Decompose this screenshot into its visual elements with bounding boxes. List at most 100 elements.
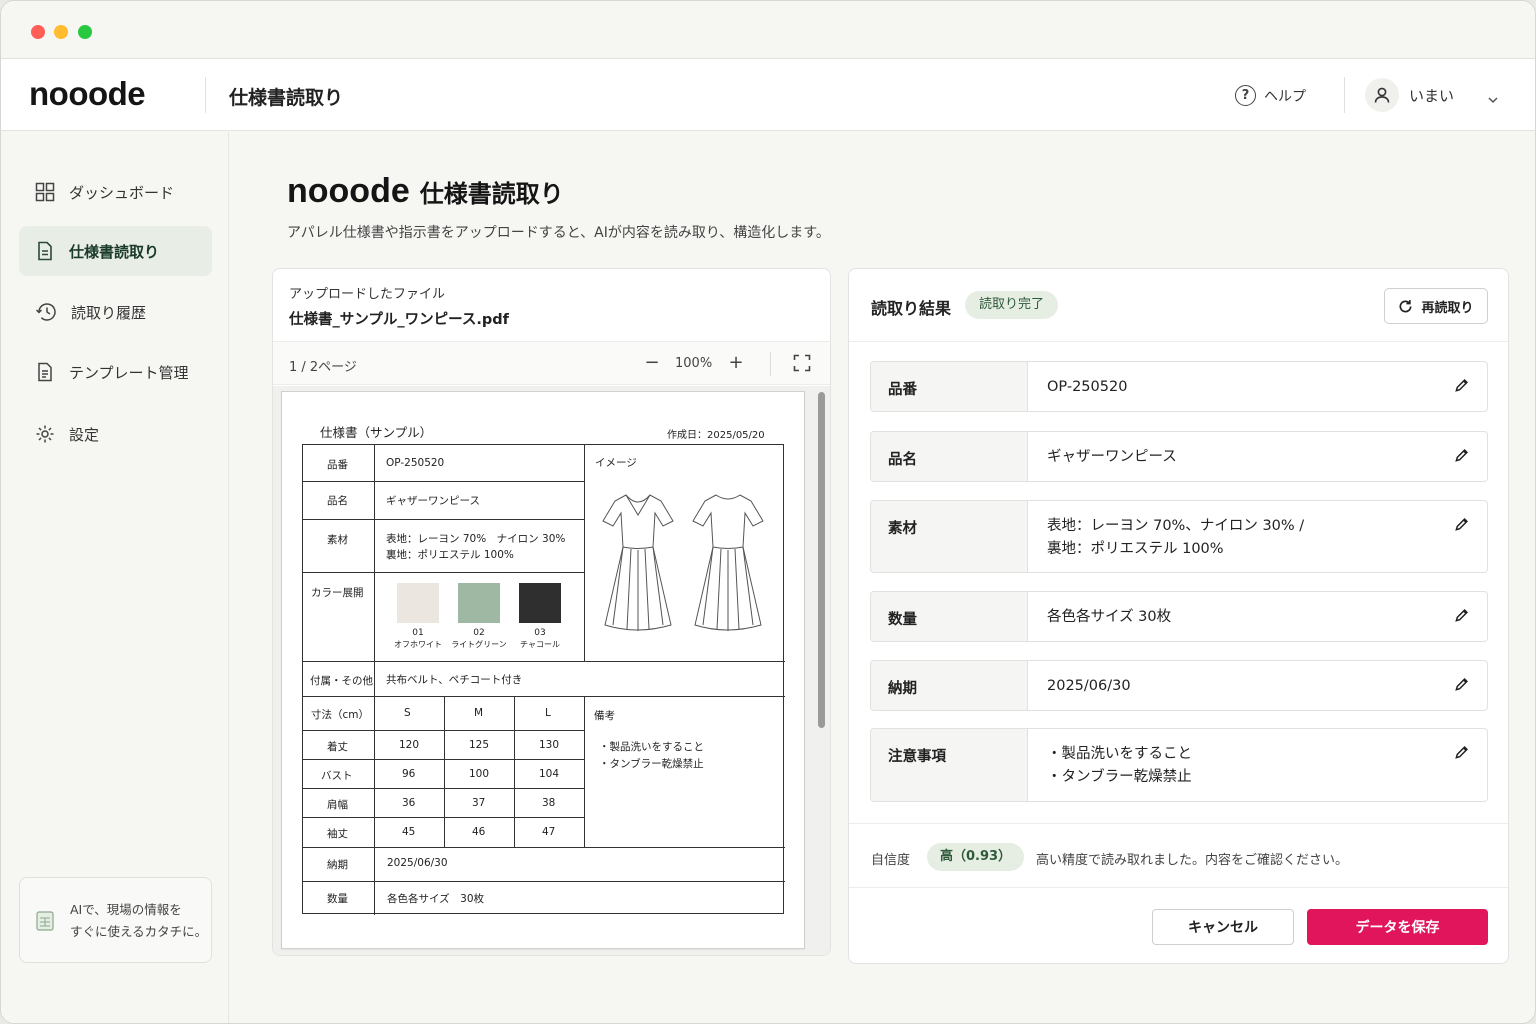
doc-title: 仕様書（サンプル） xyxy=(320,425,433,440)
maximize-window-button[interactable] xyxy=(78,25,92,39)
fullscreen-icon[interactable] xyxy=(793,354,811,376)
doc-noki-value: 2025/06/30 xyxy=(387,857,448,869)
doc-hinmei-value: ギャザーワンピース xyxy=(386,495,480,507)
tagline-line: AIで、現場の情報を xyxy=(70,902,182,917)
confidence-label: 自信度 xyxy=(871,853,911,868)
doc-size-label: 寸法（cm） xyxy=(311,709,370,721)
save-button[interactable]: データを保存 xyxy=(1307,909,1488,945)
file-viewer-card: アップロードしたファイル 仕様書_サンプル_ワンピース.pdf 1 / 2ページ… xyxy=(272,268,831,956)
doc-measure-value: 125 xyxy=(469,739,490,751)
doc-hinban-value: OP-250520 xyxy=(386,457,445,469)
sidebar-item-settings[interactable]: 設定 xyxy=(19,409,212,459)
app-logo[interactable]: nooode xyxy=(29,75,146,113)
page-title-brand: nooode xyxy=(287,172,410,210)
field-value[interactable]: ・製品洗いをすること ・タンブラー乾燥禁止 xyxy=(1047,743,1437,789)
minimize-window-button[interactable] xyxy=(54,25,68,39)
doc-biko-label: 備考 xyxy=(594,710,615,722)
page-indicator: 1 / 2ページ xyxy=(289,360,357,375)
field-value[interactable]: 表地：レーヨン 70%、ナイロン 30% / 裏地：ポリエステル 100% xyxy=(1047,515,1437,561)
result-field-notes: 注意事項 ・製品洗いをすること ・タンブラー乾燥禁止 xyxy=(870,728,1488,802)
table-rule xyxy=(303,481,584,482)
user-menu-button[interactable]: いまい xyxy=(1365,78,1454,112)
color-name: チャコール xyxy=(520,640,560,649)
help-button[interactable]: ? ヘルプ xyxy=(1235,85,1306,106)
close-window-button[interactable] xyxy=(31,25,45,39)
pencil-icon[interactable] xyxy=(1454,745,1469,764)
field-value[interactable]: 2025/06/30 xyxy=(1047,675,1437,698)
preview-scrollbar[interactable] xyxy=(818,392,825,728)
doc-size-header: S xyxy=(404,707,411,719)
sidebar-item-label: ダッシュボード xyxy=(69,183,175,202)
doc-date: 作成日：2025/05/20 xyxy=(667,430,765,441)
document-icon xyxy=(38,241,52,261)
color-caption: 02 ライトグリーン xyxy=(444,627,514,651)
main-content: nooode 仕様書読取り アパレル仕様書や指示書をアップロードすると、AIが内… xyxy=(230,132,1535,1023)
app-window: nooode 仕様書読取り ? ヘルプ いまい ダッシュボード 仕様書読取り 読… xyxy=(0,0,1536,1024)
table-rule xyxy=(303,881,785,882)
page-description: アパレル仕様書や指示書をアップロードすると、AIが内容を読み取り、構造化します。 xyxy=(287,225,830,241)
doc-measure-value: 120 xyxy=(399,739,420,751)
doc-measure-value: 96 xyxy=(402,768,416,780)
pencil-icon[interactable] xyxy=(1454,378,1469,397)
doc-sozai-line: 裏地：ポリエステル 100% xyxy=(386,549,514,561)
doc-measure-value: 100 xyxy=(469,768,490,780)
result-field-hinban: 品番 OP-250520 xyxy=(870,361,1488,412)
user-name: いまい xyxy=(1409,86,1455,105)
page-title: nooode 仕様書読取り xyxy=(287,172,564,211)
sidebar-item-templates[interactable]: テンプレート管理 xyxy=(19,347,212,397)
result-field-sozai: 素材 表地：レーヨン 70%、ナイロン 30% / 裏地：ポリエステル 100% xyxy=(870,500,1488,573)
sidebar-item-spec-reading[interactable]: 仕様書読取り xyxy=(19,226,212,276)
sidebar-item-history[interactable]: 読取り履歴 xyxy=(19,287,212,337)
field-value[interactable]: OP-250520 xyxy=(1047,376,1437,399)
file-name: 仕様書_サンプル_ワンピース.pdf xyxy=(289,312,509,328)
field-label: 品番 xyxy=(871,362,1028,411)
pencil-icon[interactable] xyxy=(1454,448,1469,467)
divider xyxy=(849,823,1508,824)
field-value[interactable]: 各色各サイズ 30枚 xyxy=(1047,606,1437,629)
tagline-card: AIで、現場の情報を すぐに使えるカタチに。 xyxy=(19,877,212,963)
dress-illustration xyxy=(602,494,764,631)
doc-measure-name: 着丈 xyxy=(327,741,348,753)
doc-measure-name: 肩幅 xyxy=(327,799,348,811)
sidebar-item-dashboard[interactable]: ダッシュボード xyxy=(19,167,212,217)
pencil-icon[interactable] xyxy=(1454,608,1469,627)
divider xyxy=(849,341,1508,342)
table-rule xyxy=(444,696,445,847)
zoom-level: 100% xyxy=(675,356,713,371)
field-value[interactable]: ギャザーワンピース xyxy=(1047,446,1437,469)
doc-suryo-value: 各色各サイズ 30枚 xyxy=(387,893,485,905)
pencil-icon[interactable] xyxy=(1454,517,1469,536)
doc-measure-value: 37 xyxy=(472,797,486,809)
doc-size-header: M xyxy=(474,707,484,719)
result-title: 読取り結果 xyxy=(871,299,952,318)
result-field-hinmei: 品名 ギャザーワンピース xyxy=(870,431,1488,482)
document-preview[interactable]: 仕様書（サンプル） 作成日：2025/05/20 品番 OP-250520 品名… xyxy=(273,386,830,955)
table-rule xyxy=(303,661,785,662)
table-rule xyxy=(303,847,785,848)
doc-image-label: イメージ xyxy=(595,457,637,469)
sidebar-item-label: 読取り履歴 xyxy=(71,303,147,322)
doc-size-header: L xyxy=(545,707,551,719)
reread-button[interactable]: 再読取り xyxy=(1384,288,1488,324)
cancel-button[interactable]: キャンセル xyxy=(1152,909,1294,945)
table-rule xyxy=(374,445,375,915)
doc-biko-line: ・タンブラー乾燥禁止 xyxy=(599,758,704,770)
field-label: 納期 xyxy=(871,661,1028,710)
viewer-toolbar: 1 / 2ページ − 100% + xyxy=(273,341,830,385)
pencil-icon[interactable] xyxy=(1454,677,1469,696)
zoom-in-button[interactable]: + xyxy=(725,350,747,376)
doc-sozai-label: 素材 xyxy=(327,534,348,546)
help-icon: ? xyxy=(1235,85,1256,106)
table-rule xyxy=(303,519,584,520)
toolbar-divider xyxy=(770,352,771,376)
sidebar-item-label: 設定 xyxy=(69,425,100,444)
doc-noki-label: 納期 xyxy=(327,859,348,871)
color-caption: 01 オフホワイト xyxy=(383,627,453,651)
sidebar-item-label: テンプレート管理 xyxy=(69,363,189,382)
doc-measure-value: 38 xyxy=(542,797,556,809)
field-label: 品名 xyxy=(871,432,1028,481)
reread-label: 再読取り xyxy=(1421,300,1474,316)
divider xyxy=(849,887,1508,888)
chevron-down-icon[interactable] xyxy=(1487,90,1499,109)
zoom-out-button[interactable]: − xyxy=(641,350,663,376)
